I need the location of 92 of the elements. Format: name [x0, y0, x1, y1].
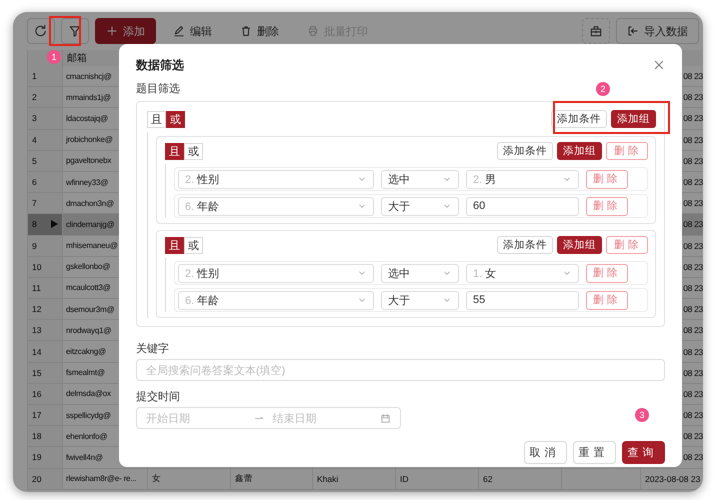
field-select[interactable]: 6. 年龄: [178, 290, 374, 310]
row-number: 1: [32, 71, 37, 82]
row-number: 13: [32, 325, 42, 336]
add-group-button[interactable]: 添加组: [557, 142, 602, 160]
row-selector[interactable]: 3: [27, 108, 62, 129]
row-selector[interactable]: 13: [27, 320, 62, 340]
table-cell: ID: [395, 468, 478, 489]
row-number: 5: [32, 156, 37, 166]
table-cell: 2023-08-08 23: [640, 468, 703, 489]
operator-select[interactable]: 大于: [381, 196, 459, 216]
field-select[interactable]: 6. 年龄: [178, 196, 374, 216]
cancel-button[interactable]: 取消: [524, 441, 567, 464]
refresh-button[interactable]: [27, 18, 55, 44]
toolbox-icon: [589, 24, 603, 38]
close-icon[interactable]: [653, 59, 665, 71]
row-selector[interactable]: 5: [27, 150, 62, 171]
add-condition-button[interactable]: 添加条件: [497, 236, 553, 254]
table-cell: 62: [478, 468, 561, 489]
reset-button[interactable]: 重置: [573, 441, 616, 464]
row-number: 19: [32, 452, 42, 462]
operator-select[interactable]: 大于: [381, 290, 459, 310]
add-condition-button[interactable]: 添加条件: [497, 142, 553, 160]
row-number: 6: [32, 177, 37, 188]
row-number: 16: [32, 388, 42, 399]
plus-icon: [106, 25, 118, 37]
add-group-button[interactable]: 添加组: [557, 236, 602, 254]
logic-toggle[interactable]: 或: [184, 236, 203, 254]
row-selector[interactable]: 14: [27, 341, 62, 362]
row-selector[interactable]: 16: [27, 384, 62, 404]
row-selector[interactable]: 11: [27, 278, 62, 298]
table-cell: Khaki: [312, 468, 395, 489]
filter-button[interactable]: [61, 18, 89, 44]
row-selector[interactable]: 15: [27, 362, 62, 383]
table-cell: rlewisham8r@e- re...: [62, 468, 147, 489]
logic-toggle[interactable]: 或: [166, 110, 185, 128]
table-cell: 女: [147, 468, 230, 489]
value-select[interactable]: 2. 男: [466, 170, 579, 188]
row-selector[interactable]: 2: [27, 87, 62, 108]
import-data-button[interactable]: 导入数据: [616, 18, 699, 44]
operator-select[interactable]: 选中: [381, 264, 459, 282]
highlight-frame: [49, 16, 81, 46]
value-select[interactable]: 1. 女: [466, 264, 579, 282]
row-selector[interactable]: 9: [27, 236, 62, 256]
row-selector[interactable]: 7: [27, 193, 62, 214]
row-number: 8: [32, 219, 37, 230]
row-selector[interactable]: 4: [27, 130, 62, 150]
row-pointer-icon: [51, 220, 58, 228]
row-number: 17: [32, 410, 42, 420]
row-number: 14: [32, 346, 42, 357]
row-number: 11: [32, 282, 41, 293]
row-number: 18: [32, 431, 42, 442]
add-condition-button[interactable]: 添加条件: [551, 110, 607, 128]
edit-button[interactable]: 编辑: [162, 18, 223, 44]
delete-button[interactable]: 删除: [229, 18, 290, 44]
logic-toggle[interactable]: 且: [147, 110, 166, 128]
row-number: 20: [32, 474, 42, 484]
row-number: 3: [32, 113, 37, 124]
trash-icon: [240, 25, 252, 37]
row-selector[interactable]: 6: [27, 172, 62, 192]
row-selector[interactable]: 1: [27, 66, 62, 86]
logic-toggle[interactable]: 且: [165, 142, 184, 160]
import-icon: [627, 25, 639, 37]
refresh-icon: [34, 24, 48, 38]
operator-select[interactable]: 选中: [381, 170, 459, 188]
pencil-icon: [173, 25, 185, 37]
field-select[interactable]: 2. 性别: [178, 170, 374, 188]
row-number: 7: [32, 198, 37, 208]
row-number: 12: [32, 304, 42, 314]
row-number: 15: [32, 368, 42, 378]
row-selector[interactable]: 12: [27, 299, 62, 320]
filter-icon: [68, 24, 82, 38]
row-number: 9: [32, 240, 37, 251]
row-selector[interactable]: 19: [27, 447, 62, 468]
table-cell: 鑫蕾: [230, 468, 312, 489]
row-selector[interactable]: 18: [27, 426, 62, 446]
query-button[interactable]: 查询: [622, 441, 665, 464]
row-selector[interactable]: 20: [27, 468, 62, 489]
toolbox-button[interactable]: [582, 18, 610, 44]
add-button[interactable]: 添加: [95, 18, 156, 44]
printer-icon: [307, 25, 319, 37]
row-selector[interactable]: 17: [27, 405, 62, 426]
row-number: 2: [32, 92, 37, 102]
field-select[interactable]: 2. 性别: [178, 264, 374, 282]
row-number: 4: [32, 134, 37, 145]
logic-toggle[interactable]: 或: [184, 142, 203, 160]
calendar-icon: [380, 412, 391, 424]
value-input[interactable]: 60: [466, 196, 579, 216]
logic-toggle[interactable]: 且: [165, 236, 184, 254]
add-group-button[interactable]: 添加组: [611, 110, 656, 128]
row-number: 10: [32, 262, 42, 272]
value-input[interactable]: 55: [466, 290, 579, 310]
row-selector[interactable]: 10: [27, 256, 62, 277]
